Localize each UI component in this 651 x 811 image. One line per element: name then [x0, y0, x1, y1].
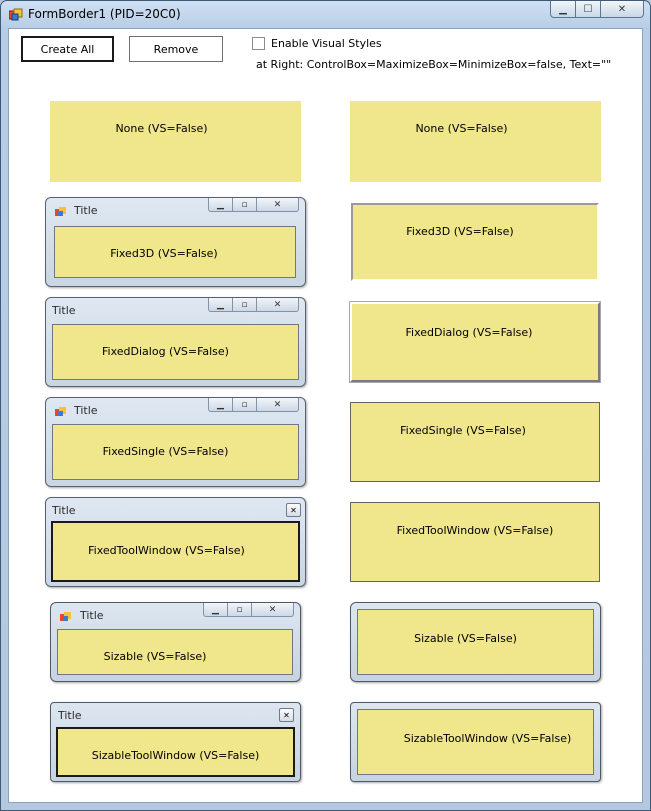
form-client: SizableToolWindow (VS=False): [56, 727, 295, 777]
form-close-button[interactable]: ✕: [252, 603, 294, 617]
form-title: Title: [74, 204, 98, 217]
create-all-button[interactable]: Create All: [21, 36, 114, 62]
form-label: Fixed3D (VS=False): [406, 225, 514, 238]
form-label: SizableToolWindow (VS=False): [403, 732, 572, 745]
form-fixedtool-right[interactable]: FixedToolWindow (VS=False): [350, 502, 600, 582]
form-fixedsingle-right[interactable]: FixedSingle (VS=False): [350, 402, 600, 482]
minimize-icon: ▁: [559, 3, 567, 15]
app-icon: [9, 8, 23, 21]
window-title: FormBorder1 (PID=20C0): [28, 7, 181, 21]
caption-buttons: ▁ ☐ ✕: [550, 1, 644, 19]
close-icon: ✕: [290, 505, 297, 515]
form-label: FixedSingle (VS=False): [102, 445, 229, 458]
form-caption-buttons: ▁ ▫ ✕: [208, 198, 299, 212]
client-area: Create All Remove Enable Visual Styles a…: [8, 28, 643, 803]
form-client: Sizable (VS=False): [357, 609, 594, 675]
tool-close-button[interactable]: ✕: [286, 503, 301, 517]
form-title: Title: [52, 504, 76, 517]
form-fixeddialog-left[interactable]: Title ▁ ▫ ✕ FixedDialog (VS=False): [45, 297, 306, 387]
close-icon: ✕: [273, 299, 282, 310]
form-minimize-button[interactable]: ▁: [208, 198, 233, 212]
form-label: FixedToolWindow (VS=False): [396, 524, 554, 537]
form-client: FixedSingle (VS=False): [52, 424, 299, 480]
form-icon: [60, 612, 71, 621]
form-maximize-button[interactable]: ▫: [233, 298, 257, 312]
minimize-button[interactable]: ▁: [550, 1, 576, 18]
right-info-label: at Right: ControlBox=MaximizeBox=Minimiz…: [256, 58, 612, 71]
form-none-right[interactable]: None (VS=False): [350, 101, 601, 182]
visual-styles-label: Enable Visual Styles: [271, 37, 382, 50]
form-label: FixedDialog (VS=False): [102, 345, 229, 358]
form-icon: [55, 207, 66, 216]
checkbox-box[interactable]: [252, 37, 265, 50]
form-close-button[interactable]: ✕: [257, 398, 299, 412]
form-client: FixedDialog (VS=False): [52, 324, 299, 380]
form-maximize-button[interactable]: ▫: [233, 398, 257, 412]
form-close-button[interactable]: ✕: [257, 198, 299, 212]
form-minimize-button[interactable]: ▁: [208, 298, 233, 312]
main-window: FormBorder1 (PID=20C0) ▁ ☐ ✕ Create All …: [0, 0, 651, 811]
maximize-icon: ▫: [241, 199, 248, 210]
form-maximize-button[interactable]: ▫: [228, 603, 252, 617]
form-fixed3d-left[interactable]: Title ▁ ▫ ✕ Fixed3D (VS=False): [45, 197, 306, 287]
minimize-icon: ▁: [217, 399, 224, 410]
maximize-button[interactable]: ☐: [576, 1, 601, 18]
form-label: SizableToolWindow (VS=False): [91, 749, 260, 762]
form-label: None (VS=False): [415, 122, 508, 135]
visual-styles-checkbox[interactable]: Enable Visual Styles: [252, 37, 382, 50]
close-icon: ✕: [273, 199, 282, 210]
maximize-icon: ☐: [583, 3, 593, 15]
form-sizabletool-left[interactable]: Title ✕ SizableToolWindow (VS=False): [50, 702, 301, 782]
tool-close-button[interactable]: ✕: [279, 708, 294, 722]
form-title: Title: [52, 304, 76, 317]
form-label: Fixed3D (VS=False): [110, 247, 218, 260]
form-title: Title: [80, 609, 104, 622]
form-label: None (VS=False): [115, 122, 208, 135]
form-minimize-button[interactable]: ▁: [208, 398, 233, 412]
form-title: Title: [58, 709, 82, 722]
form-client: FixedToolWindow (VS=False): [51, 521, 300, 582]
close-icon: ✕: [268, 604, 277, 615]
form-sizabletool-right[interactable]: SizableToolWindow (VS=False): [350, 702, 601, 782]
form-sizable-left[interactable]: Title ▁ ▫ ✕ Sizable (VS=False): [50, 602, 301, 682]
form-none-left[interactable]: None (VS=False): [50, 101, 301, 182]
form-icon: [55, 407, 66, 416]
form-client: SizableToolWindow (VS=False): [357, 709, 594, 775]
minimize-icon: ▁: [217, 299, 224, 310]
close-icon: ✕: [273, 399, 282, 410]
form-fixedsingle-left[interactable]: Title ▁ ▫ ✕ FixedSingle (VS=False): [45, 397, 306, 487]
form-client: Sizable (VS=False): [57, 629, 293, 675]
form-sizable-right[interactable]: Sizable (VS=False): [350, 602, 601, 682]
form-fixedtool-left[interactable]: Title ✕ FixedToolWindow (VS=False): [45, 497, 306, 587]
maximize-icon: ▫: [236, 604, 243, 615]
form-label: Sizable (VS=False): [414, 632, 517, 645]
form-close-button[interactable]: ✕: [257, 298, 299, 312]
maximize-icon: ▫: [241, 299, 248, 310]
close-icon: ✕: [283, 710, 290, 720]
form-fixed3d-right[interactable]: Fixed3D (VS=False): [351, 203, 599, 281]
form-label: Sizable (VS=False): [103, 650, 207, 663]
form-caption-buttons: ▁ ▫ ✕: [203, 603, 294, 617]
maximize-icon: ▫: [241, 399, 248, 410]
remove-button[interactable]: Remove: [129, 36, 223, 62]
form-label: FixedToolWindow (VS=False): [88, 544, 245, 557]
form-label: FixedSingle (VS=False): [400, 424, 526, 437]
form-caption-buttons: ▁ ▫ ✕: [208, 398, 299, 412]
form-fixeddialog-right[interactable]: FixedDialog (VS=False): [350, 302, 600, 382]
minimize-icon: ▁: [212, 604, 219, 615]
close-icon: ✕: [617, 3, 627, 15]
form-client: Fixed3D (VS=False): [54, 226, 296, 278]
close-button[interactable]: ✕: [601, 1, 644, 18]
form-title: Title: [74, 404, 98, 417]
form-minimize-button[interactable]: ▁: [203, 603, 228, 617]
form-label: FixedDialog (VS=False): [405, 326, 533, 339]
form-caption-buttons: ▁ ▫ ✕: [208, 298, 299, 312]
form-maximize-button[interactable]: ▫: [233, 198, 257, 212]
minimize-icon: ▁: [217, 199, 224, 210]
